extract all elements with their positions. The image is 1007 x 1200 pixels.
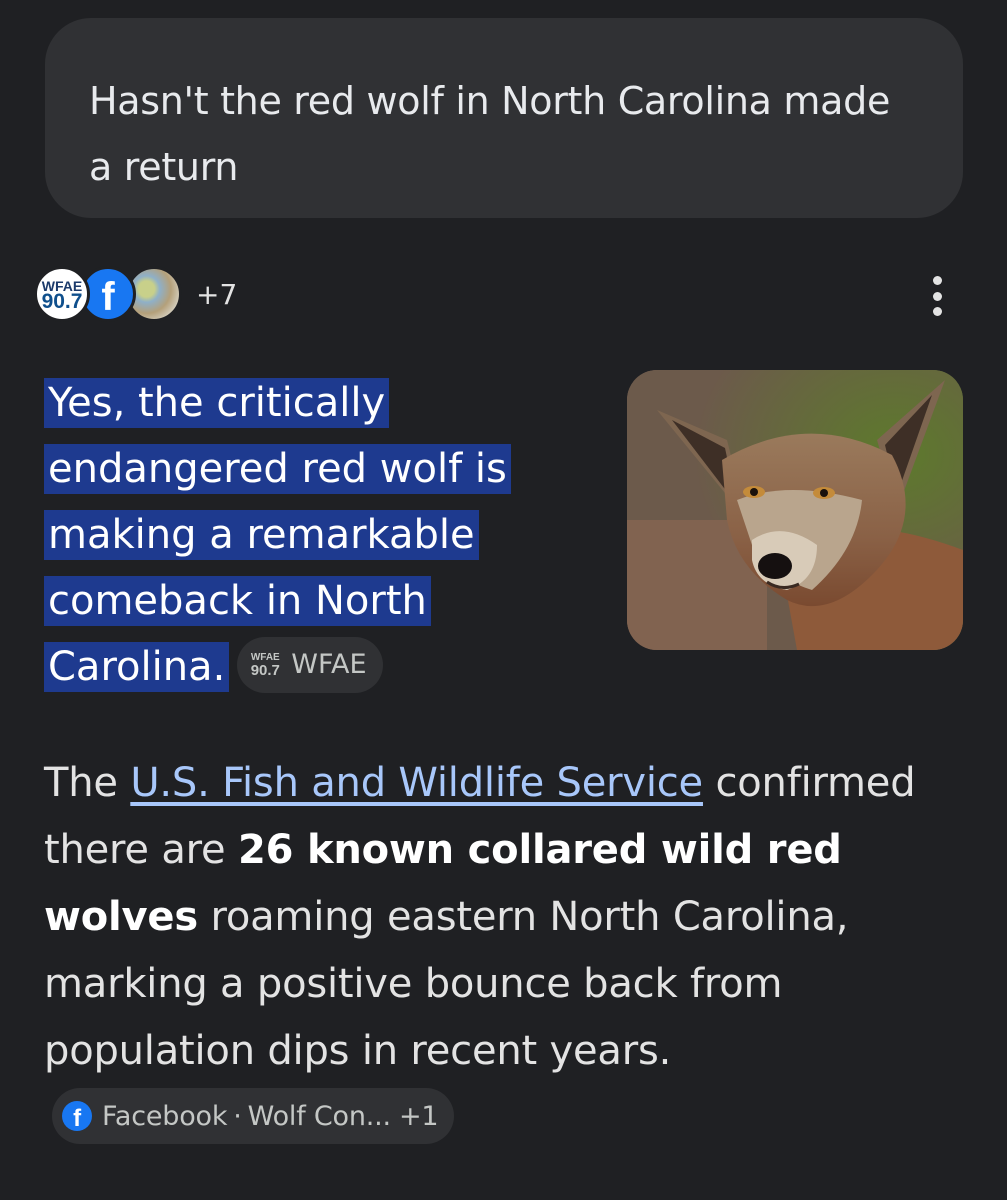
wfae-chip-logo-icon: WFAE 90.7	[247, 647, 283, 683]
sources-row[interactable]: WFAE 90.7 f +7	[34, 262, 237, 326]
wfae-source-chip[interactable]: WFAE 90.7 WFAE	[237, 637, 383, 693]
chip-more-count: +1	[398, 1100, 439, 1132]
red-wolf-photo-icon[interactable]	[627, 370, 963, 650]
wfae-logo-icon[interactable]: WFAE 90.7	[34, 266, 90, 322]
answer-body: The U.S. Fish and Wildlife Service confi…	[44, 750, 964, 1152]
facebook-chip-icon: f	[62, 1101, 92, 1131]
wfae-chip-logo-bottom: 90.7	[250, 662, 280, 679]
wfae-logo-bottom: 90.7	[41, 290, 83, 313]
facebook-glyph: f	[101, 275, 115, 319]
chip-separator: ·	[233, 1100, 242, 1132]
user-query-bubble: Hasn't the red wolf in North Carolina ma…	[45, 18, 963, 218]
wolf-con-chip-label: Wolf Con...	[247, 1100, 391, 1132]
usfws-link[interactable]: U.S. Fish and Wildlife Service	[130, 760, 703, 806]
wfae-chip-label: WFAE	[291, 649, 367, 680]
body-prefix: The	[44, 760, 131, 806]
red-wolf-illustration	[627, 370, 963, 650]
user-query-text: Hasn't the red wolf in North Carolina ma…	[89, 79, 891, 189]
facebook-source-chip[interactable]: f Facebook · Wolf Con... +1	[52, 1088, 455, 1144]
facebook-chip-label: Facebook	[102, 1100, 228, 1132]
more-options-icon[interactable]	[922, 276, 952, 316]
more-sources-count[interactable]: +7	[196, 278, 237, 311]
answer-lead: Yes, the critically endangered red wolf …	[44, 370, 604, 700]
facebook-chip-glyph: f	[73, 1104, 81, 1131]
